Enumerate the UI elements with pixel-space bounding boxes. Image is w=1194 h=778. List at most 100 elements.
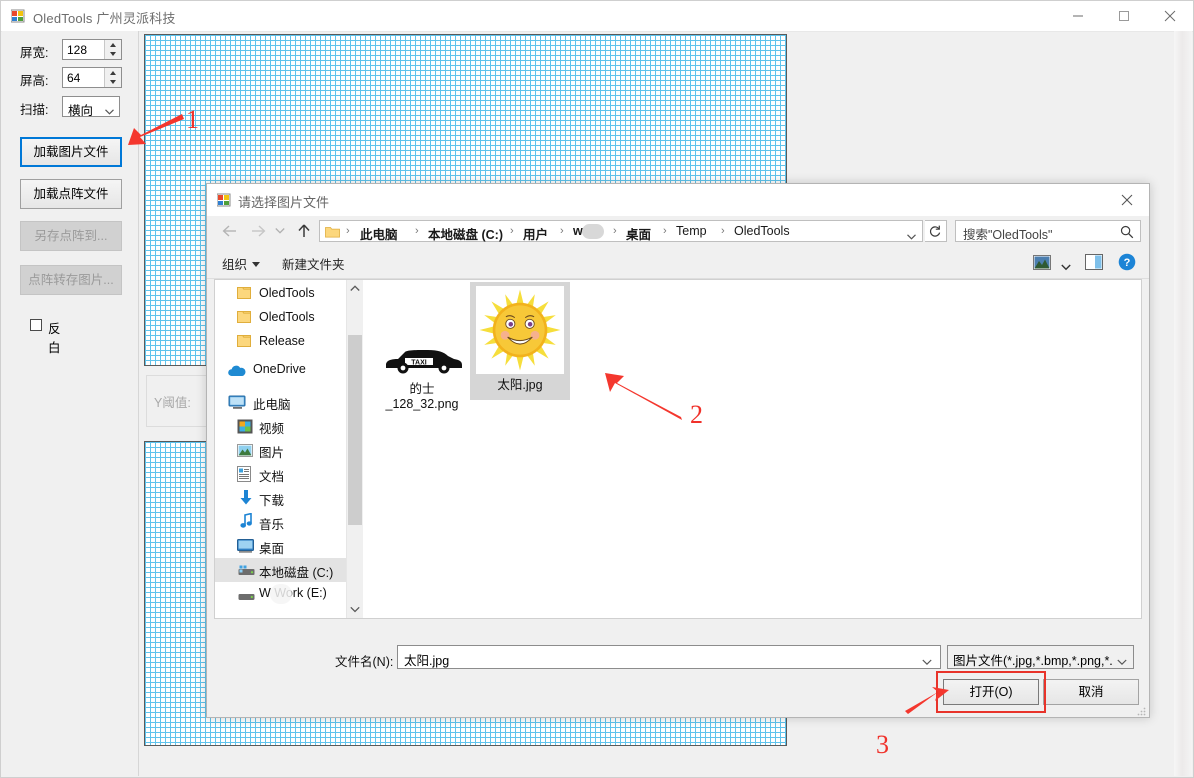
dialog-close-button[interactable] (1104, 184, 1149, 216)
invert-label: 反白 (48, 322, 61, 355)
close-button[interactable] (1147, 1, 1193, 31)
scan-direction-select[interactable]: 横向 (62, 96, 120, 118)
scroll-thumb[interactable] (348, 335, 362, 525)
breadcrumb-item-0[interactable]: 此电脑 (360, 224, 398, 243)
tree-item-work-drive-e[interactable]: W Work (E:) (215, 582, 346, 606)
filename-input[interactable]: 太阳.jpg (397, 645, 941, 669)
view-layout-icon[interactable] (1033, 255, 1051, 270)
open-button[interactable]: 打开(O) (943, 679, 1039, 705)
tree-item-label: 音乐 (259, 518, 285, 532)
folder-icon (237, 334, 252, 351)
forward-button[interactable] (245, 216, 271, 246)
tree-item-label: OledTools (259, 310, 315, 324)
scan-direction-row: 扫描: 横向 (2, 96, 138, 118)
new-folder-button[interactable]: 新建文件夹 (282, 254, 345, 273)
tree-item-pictures[interactable]: 图片 (215, 438, 346, 462)
tree-item-videos[interactable]: 视频 (215, 414, 346, 438)
preview-pane-icon[interactable] (1085, 254, 1103, 270)
screen-width-row: 屏宽: 128 (2, 39, 138, 61)
file-type-filter-value: 图片文件(*.jpg,*.bmp,*.png,*. (953, 654, 1113, 668)
file-tile-sun[interactable]: 太阳.jpg (470, 282, 570, 400)
computer-icon (228, 395, 247, 413)
dialog-navigation-bar: › 此电脑 › 本地磁盘 (C:) › 用户 › w › 桌面 › Temp ›… (207, 216, 1149, 246)
breadcrumb-separator: › (663, 225, 667, 237)
file-list[interactable]: TAXI 的士 _128_32.png 太阳.jpg (364, 280, 1141, 618)
dialog-body: OledTools OledTools Release OneDrive 此电脑… (214, 279, 1142, 619)
spin-down-icon[interactable] (105, 50, 121, 59)
scroll-down-icon[interactable] (347, 601, 363, 618)
address-bar[interactable]: › 此电脑 › 本地磁盘 (C:) › 用户 › w › 桌面 › Temp ›… (319, 220, 923, 242)
right-edge-strip (1174, 31, 1192, 776)
load-dotmatrix-file-button[interactable]: 加载点阵文件 (20, 179, 122, 209)
search-icon (1120, 225, 1134, 242)
cancel-button[interactable]: 取消 (1043, 679, 1139, 705)
back-button[interactable] (217, 216, 243, 246)
tree-item-local-disk-c[interactable]: 本地磁盘 (C:) (215, 558, 346, 582)
window-title: OledTools 广州灵派科技 (33, 11, 176, 26)
filename-value: 太阳.jpg (404, 654, 450, 668)
video-icon (237, 419, 253, 437)
file-tile-taxi[interactable]: TAXI 的士 _128_32.png (372, 288, 472, 411)
search-input[interactable]: 搜索"OledTools" (955, 220, 1141, 242)
chevron-down-icon[interactable] (1061, 260, 1071, 274)
breadcrumb-item-1[interactable]: 本地磁盘 (C:) (428, 224, 503, 243)
tree-item-network[interactable]: 网络 (215, 610, 346, 618)
file-type-filter-select[interactable]: 图片文件(*.jpg,*.bmp,*.png,*. (947, 645, 1134, 669)
spin-up-icon[interactable] (105, 68, 121, 77)
tree-item-onedrive[interactable]: OneDrive (215, 358, 346, 382)
breadcrumb-item-5[interactable]: Temp (676, 224, 707, 238)
screen-width-stepper[interactable]: 128 (62, 39, 122, 60)
tree-scrollbar[interactable] (346, 280, 363, 618)
network-icon (227, 616, 246, 618)
tree-item-label: 下载 (259, 494, 285, 508)
chevron-down-icon[interactable] (907, 229, 916, 240)
help-icon[interactable]: ? (1118, 253, 1136, 271)
refresh-button[interactable] (925, 220, 947, 242)
chevron-down-icon[interactable] (922, 655, 932, 669)
screen-width-spin-buttons[interactable] (104, 40, 121, 59)
desktop-icon (237, 539, 254, 556)
tree-item-label: 此电脑 (253, 398, 291, 412)
screen-height-spin-buttons[interactable] (104, 68, 121, 87)
recent-locations-button[interactable] (271, 216, 289, 246)
screen-height-value: 64 (67, 71, 81, 85)
tree-item-release[interactable]: Release (215, 330, 346, 354)
triangle-down-icon (252, 262, 261, 267)
chevron-down-icon[interactable] (1117, 655, 1127, 669)
tree-item-desktop[interactable]: 桌面 (215, 534, 346, 558)
close-icon (1121, 194, 1132, 206)
spin-up-icon[interactable] (105, 40, 121, 49)
tree-item-this-pc[interactable]: 此电脑 (215, 390, 346, 414)
breadcrumb-item-6[interactable]: OledTools (734, 224, 790, 238)
resize-grip[interactable] (1136, 705, 1146, 716)
screen-height-stepper[interactable]: 64 (62, 67, 122, 88)
organize-label: 组织 (222, 258, 248, 272)
title-bar: OledTools 广州灵派科技 (1, 1, 1193, 32)
scroll-up-icon[interactable] (347, 280, 363, 297)
maximize-button[interactable] (1101, 1, 1147, 31)
dotmatrix-to-image-button: 点阵转存图片... (20, 265, 122, 295)
downloads-icon (239, 489, 253, 509)
spin-down-icon[interactable] (105, 78, 121, 87)
tree-item-music[interactable]: 音乐 (215, 510, 346, 534)
tree-item-oledtools-2[interactable]: OledTools (215, 306, 346, 330)
breadcrumb-item-2[interactable]: 用户 (523, 224, 548, 243)
minimize-button[interactable] (1055, 1, 1101, 31)
file-name: 太阳.jpg (497, 378, 543, 392)
organize-menu[interactable]: 组织 (222, 254, 261, 273)
redacted-drive-name (270, 584, 292, 604)
up-one-level-button[interactable] (291, 216, 317, 246)
tree-item-oledtools-1[interactable]: OledTools (215, 282, 346, 306)
threshold-label: Y阈值: (154, 396, 191, 410)
drive-icon (238, 590, 255, 604)
breadcrumb-separator: › (721, 225, 725, 237)
breadcrumb-separator: › (415, 225, 419, 237)
load-image-file-button[interactable]: 加载图片文件 (20, 137, 122, 167)
tree-item-downloads[interactable]: 下载 (215, 486, 346, 510)
tree-item-documents[interactable]: 文档 (215, 462, 346, 486)
file-name: 的士 _128_32.png (385, 382, 459, 411)
taxi-thumbnail: TAXI (378, 346, 466, 377)
breadcrumb-item-4[interactable]: 桌面 (626, 224, 651, 243)
redacted-username (582, 224, 604, 239)
invert-checkbox[interactable] (30, 319, 42, 331)
